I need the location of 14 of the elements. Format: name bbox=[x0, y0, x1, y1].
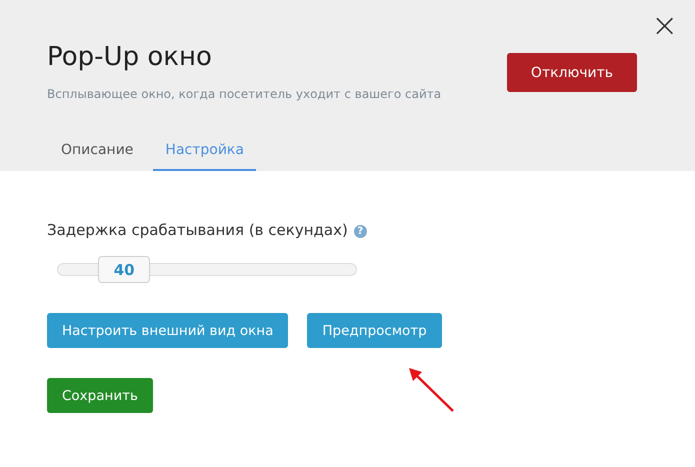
customize-button[interactable]: Настроить внешний вид окна bbox=[47, 313, 288, 348]
close-button[interactable]: × bbox=[651, 10, 678, 40]
delay-label: Задержка срабатывания (в секундах) bbox=[47, 221, 348, 239]
disable-button[interactable]: Отключить bbox=[507, 53, 637, 92]
tab[interactable]: Настройка bbox=[153, 141, 256, 171]
preview-button[interactable]: Предпросмотр bbox=[307, 313, 442, 348]
slider-track[interactable]: 40 bbox=[57, 256, 357, 283]
window-subtitle: Всплывающее окно, когда посетитель уходит с вашего сайта bbox=[47, 87, 442, 101]
arrow-icon bbox=[408, 367, 456, 414]
window-title: Pop-Up окно bbox=[47, 41, 213, 73]
slider-thumb[interactable]: 40 bbox=[98, 256, 150, 283]
tab[interactable]: Описание bbox=[49, 141, 146, 171]
help-icon[interactable]: ? bbox=[354, 225, 367, 238]
save-button[interactable]: Сохранить bbox=[47, 378, 153, 413]
